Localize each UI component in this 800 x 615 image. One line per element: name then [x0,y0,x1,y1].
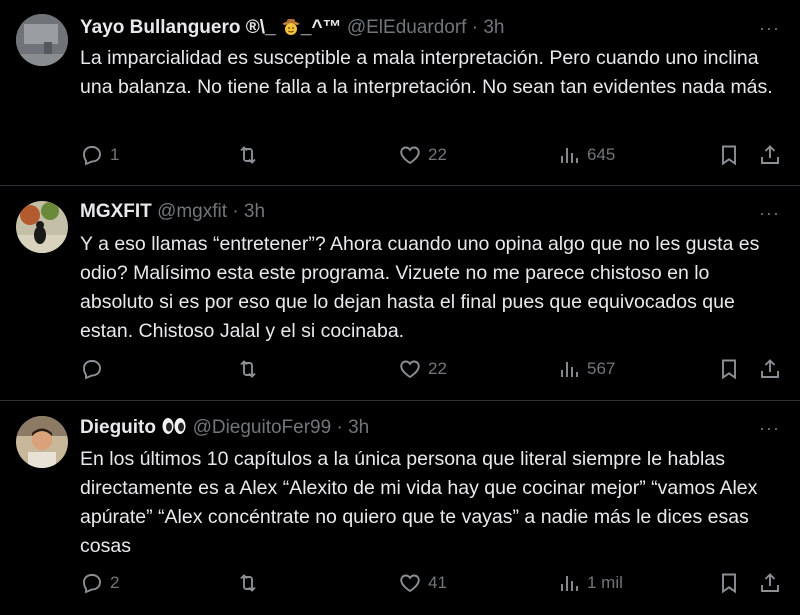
avatar[interactable] [16,14,68,66]
view-count: 645 [587,145,616,164]
eyes-emoji-icon [162,418,186,434]
like-button[interactable]: 41 [398,571,447,595]
timestamp[interactable]: · 3h [336,417,369,438]
share-button[interactable] [758,357,782,381]
reply-count: 2 [110,573,120,592]
like-count: 22 [428,359,447,378]
retweet-icon [240,574,256,592]
bookmark-button[interactable] [717,357,741,381]
reply-button[interactable]: 2 [80,571,119,595]
retweet-icon [240,146,256,164]
tweet-text: Y a eso llamas “entretener”? Ahora cuand… [80,233,760,342]
avatar[interactable] [16,201,68,253]
display-name[interactable]: Yayo Bullanguero ®\_ _^™ [80,17,342,38]
tweet-header: Dieguito @DieguitoFer99 · 3h [80,417,369,439]
like-count: 41 [428,573,447,592]
display-name[interactable]: Dieguito [80,417,187,438]
user-handle[interactable]: @DieguitoFer99 [193,417,332,438]
more-options-icon[interactable]: ··· [759,18,780,39]
views-button[interactable]: 645 [557,143,615,167]
views-icon [561,362,578,377]
reply-count: 1 [110,145,120,164]
like-button[interactable]: 22 [398,357,447,381]
tweet[interactable]: MGXFIT @mgxfit · 3h ··· Y a eso llamas “… [0,186,800,401]
reply-icon [83,360,101,380]
share-button[interactable] [758,143,782,167]
bookmark-icon [722,573,736,594]
views-button[interactable]: 567 [557,357,615,381]
retweet-icon [240,360,256,378]
tweet-text: La imparcialidad es susceptible a mala i… [80,47,773,98]
like-count: 22 [428,145,447,164]
timestamp[interactable]: · 3h [472,17,505,38]
like-icon [400,360,420,379]
bookmark-button[interactable] [717,143,741,167]
display-name[interactable]: MGXFIT [80,201,152,222]
bookmark-icon [722,359,736,380]
view-count: 567 [587,359,616,378]
bookmark-button[interactable] [717,571,741,595]
retweet-button[interactable] [236,571,266,595]
user-handle[interactable]: @mgxfit [157,201,227,222]
tweet-actions: 1 22 645 [80,143,782,169]
views-button[interactable]: 1 mil [557,571,623,595]
like-button[interactable]: 22 [398,143,447,167]
tweet-actions: 2 41 1 mil [80,571,782,597]
retweet-button[interactable] [236,357,266,381]
retweet-button[interactable] [236,143,266,167]
timestamp[interactable]: · 3h [232,201,265,222]
share-icon [761,145,779,164]
reply-button[interactable]: 1 [80,143,119,167]
share-button[interactable] [758,571,782,595]
view-count: 1 mil [587,573,623,592]
views-icon [561,148,578,163]
reply-icon [83,146,101,166]
share-icon [761,359,779,378]
more-options-icon[interactable]: ··· [759,203,780,224]
user-handle[interactable]: @ElEduardorf [347,17,467,38]
like-icon [400,146,420,165]
tweet-text: En los últimos 10 capítulos a la única p… [80,448,758,557]
share-icon [761,573,779,592]
tweet[interactable]: Dieguito @DieguitoFer99 · 3h ··· En los … [0,401,800,615]
bookmark-icon [722,145,736,166]
reply-icon [83,574,101,594]
tweet-header: MGXFIT @mgxfit · 3h [80,201,265,223]
tweet[interactable]: Yayo Bullanguero ®\_ _^™ @ElEduardorf · … [0,0,800,186]
tweet-actions: 22 567 [80,357,782,383]
views-icon [561,576,578,591]
tweet-header: Yayo Bullanguero ®\_ _^™ @ElEduardorf · … [80,16,505,39]
like-icon [400,574,420,593]
avatar[interactable] [16,416,68,468]
reply-button[interactable] [80,357,110,381]
cowboy-emoji-icon [281,19,300,35]
more-options-icon[interactable]: ··· [759,418,780,439]
